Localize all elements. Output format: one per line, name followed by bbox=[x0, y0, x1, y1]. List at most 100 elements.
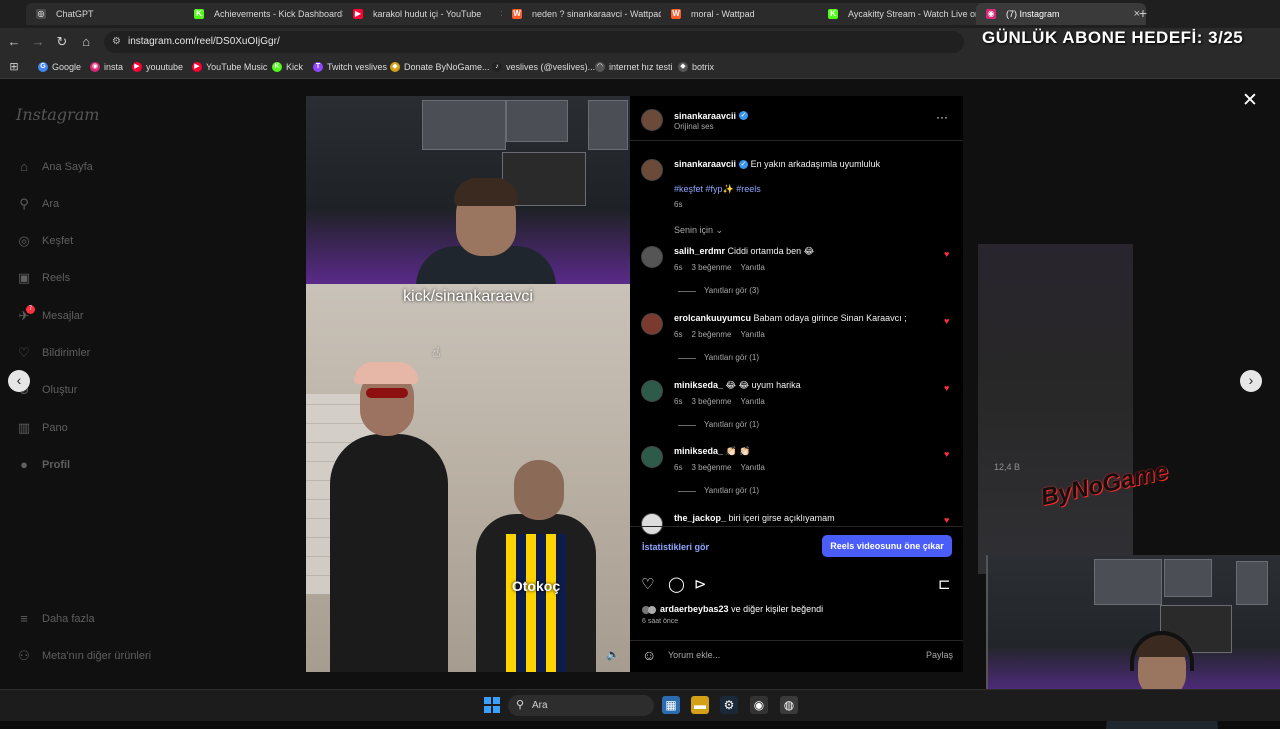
view-replies-link[interactable]: Yanıtları gör (1) bbox=[678, 353, 759, 362]
speedtest-icon: ◠ bbox=[595, 62, 605, 72]
sidebar-item-meta[interactable]: ⚇ Meta'nın diğer ürünleri bbox=[16, 645, 151, 667]
heart-icon[interactable]: ♥ bbox=[944, 383, 949, 393]
sidebar-item-dashboard[interactable]: ▥ Pano bbox=[16, 417, 68, 439]
browser-tab[interactable]: Wneden ? sinankaraavci - Wattpad× bbox=[502, 3, 672, 25]
caption-author-avatar[interactable] bbox=[641, 159, 663, 181]
comment-text: salih_erdmr Ciddi ortamda ben 😂 bbox=[674, 246, 815, 256]
heart-icon: ♡ bbox=[18, 345, 30, 360]
comment-meta: 6s 3 beğenme Yanıtla bbox=[674, 263, 765, 272]
photos-icon[interactable]: ▦ bbox=[662, 696, 680, 714]
reel-caption: sinankaraavcii ✓ En yakın arkadaşımla uyu… bbox=[674, 159, 881, 170]
sidebar-item-reels[interactable]: ▣ Reels bbox=[16, 267, 70, 289]
sidebar-item-messages[interactable]: ✈ Mesajlar 7 bbox=[16, 305, 84, 327]
forward-icon[interactable]: → bbox=[30, 34, 46, 50]
close-icon[interactable]: ✕ bbox=[1242, 89, 1258, 112]
emoji-icon[interactable]: ☺ bbox=[642, 647, 656, 663]
comment-sort-dropdown[interactable]: Senin için ⌄ bbox=[674, 225, 723, 236]
new-tab-button[interactable]: + bbox=[1134, 4, 1152, 22]
share-icon[interactable]: ⊳ bbox=[694, 575, 707, 593]
browser-tab[interactable]: ◎ChatGPT× bbox=[26, 3, 196, 25]
instagram-logo[interactable]: Instagram bbox=[16, 105, 99, 124]
boost-reel-button[interactable]: Reels videosunu öne çıkar bbox=[822, 535, 952, 557]
chrome-icon[interactable]: ◍ bbox=[780, 696, 798, 714]
sidebar-item-search[interactable]: ⚲ Ara bbox=[16, 193, 59, 215]
reload-icon[interactable]: ↻ bbox=[54, 34, 70, 50]
steam-icon[interactable]: ⚙ bbox=[720, 696, 738, 714]
author-avatar[interactable] bbox=[641, 109, 663, 131]
sidebar-item-more[interactable]: ≡ Daha fazla bbox=[16, 608, 94, 630]
view-replies-link[interactable]: Yanıtları gör (1) bbox=[678, 420, 759, 429]
comment-avatar[interactable] bbox=[641, 313, 663, 335]
bookmark-item[interactable]: K Kick bbox=[272, 56, 303, 78]
comment-text: the_jackop_ biri içeri girse açıklıyamam bbox=[674, 513, 835, 523]
view-replies-link[interactable]: Yanıtları gör (3) bbox=[678, 286, 759, 295]
heart-icon[interactable]: ♥ bbox=[944, 249, 949, 259]
site-info-icon[interactable]: ⚙ bbox=[112, 31, 121, 53]
next-reel-button[interactable]: › bbox=[1240, 370, 1262, 392]
sidebar-item-home[interactable]: ⌂ Ana Sayfa bbox=[16, 156, 93, 178]
hashtags[interactable]: #keşfet #fyp✨ #reels bbox=[674, 184, 761, 195]
home-icon[interactable]: ⌂ bbox=[78, 34, 94, 50]
bookmark-item[interactable]: ◆ Donate ByNoGame... bbox=[390, 56, 490, 78]
bookmark-item[interactable]: ▶ youutube bbox=[132, 56, 183, 78]
heart-icon[interactable]: ♥ bbox=[944, 515, 949, 525]
comment-avatar[interactable] bbox=[641, 380, 663, 402]
sidebar-item-label: Ana Sayfa bbox=[42, 161, 93, 173]
bookmark-item[interactable]: ♪ veslives (@veslives)... bbox=[492, 56, 595, 78]
post-time: 6 saat önce bbox=[642, 618, 679, 625]
reels-icon: ▣ bbox=[17, 270, 31, 285]
windows-start-icon[interactable] bbox=[484, 697, 500, 713]
liked-by-text: ardaerbeybas23 ve diğer kişiler beğendi bbox=[642, 604, 823, 614]
bookmark-item[interactable]: ▶ YouTube Music bbox=[192, 56, 267, 78]
apps-grid-icon[interactable]: ⊞ bbox=[6, 59, 22, 75]
browser-tab[interactable]: ◉ (7) Instagram × bbox=[976, 3, 1146, 25]
heart-icon[interactable]: ♥ bbox=[944, 449, 949, 459]
bookmark-item[interactable]: ◠ internet hız testi bbox=[595, 56, 673, 78]
like-icon[interactable]: ♡ bbox=[641, 575, 654, 593]
audio-label[interactable]: Orijinal ses bbox=[674, 122, 714, 131]
comment-input[interactable]: Yorum ekle... bbox=[668, 650, 720, 660]
sidebar-item-label: Profil bbox=[42, 459, 71, 471]
comment-avatar[interactable] bbox=[641, 513, 663, 535]
bookmark-label: botrix bbox=[692, 62, 715, 72]
address-bar[interactable]: ⚙ instagram.com/reel/DS0XuOIjGgr/ bbox=[104, 31, 964, 53]
bookmark-label: YouTube Music bbox=[206, 62, 268, 72]
video-caption: kick/sinankaraavci bbox=[403, 288, 533, 305]
comment-meta: 6s 3 beğenme Yanıtla bbox=[674, 397, 765, 406]
file-explorer-icon[interactable]: ▬ bbox=[691, 696, 709, 714]
bookmark-item[interactable]: T Twitch veslives bbox=[313, 56, 387, 78]
browser-tab[interactable]: Wmoral - Wattpad× bbox=[661, 3, 831, 25]
author-username[interactable]: sinankaraavcii bbox=[674, 111, 736, 121]
comment-avatar[interactable] bbox=[641, 246, 663, 268]
bookmark-label: Kick bbox=[286, 62, 304, 72]
comment-avatar[interactable] bbox=[641, 446, 663, 468]
browser-tab[interactable]: KAchievements - Kick Dashboard× bbox=[184, 3, 354, 25]
view-insights-link[interactable]: İstatistikleri gör bbox=[642, 542, 709, 552]
bookmark-item[interactable]: ◆ botrix bbox=[678, 56, 714, 78]
bookmark-item[interactable]: G Google bbox=[38, 56, 81, 78]
view-replies-link[interactable]: Yanıtları gör (1) bbox=[678, 486, 759, 495]
previous-reel-button[interactable]: ‹ bbox=[8, 370, 30, 392]
post-comment-button[interactable]: Paylaş bbox=[926, 650, 953, 660]
video-top-stream bbox=[306, 96, 630, 286]
sidebar-item-label: Keşfet bbox=[42, 235, 74, 247]
reel-video[interactable]: kick/sinankaraavci Otokoç ☝ 🔈 bbox=[306, 96, 630, 672]
bookmark-label: Google bbox=[52, 62, 82, 72]
sidebar-item-profile[interactable]: ● Profil bbox=[16, 454, 70, 476]
taskbar-search[interactable]: ⚲ Ara bbox=[508, 695, 654, 716]
more-options-icon[interactable]: ··· bbox=[936, 110, 948, 124]
sidebar-item-heart[interactable]: ♡ Bildirimler bbox=[16, 342, 90, 364]
dashboard-icon: ▥ bbox=[17, 420, 31, 435]
comment-text: erolcankuuyumcu Babam odaya girince Sina… bbox=[674, 313, 907, 323]
back-icon[interactable]: ← bbox=[6, 34, 22, 50]
volume-icon[interactable]: 🔈 bbox=[606, 648, 620, 661]
heart-icon[interactable]: ♥ bbox=[944, 316, 949, 326]
browser-tab[interactable]: KAycakitty Stream - Watch Live on Kick× bbox=[818, 3, 988, 25]
chevron-down-icon: ⌄ bbox=[715, 225, 724, 235]
sidebar-item-compass[interactable]: ◎ Keşfet bbox=[16, 230, 73, 252]
bookmark-icon[interactable]: ⊏ bbox=[938, 575, 951, 593]
comment-icon[interactable]: ◯ bbox=[668, 575, 685, 593]
bookmark-item[interactable]: ◉ insta bbox=[90, 56, 123, 78]
recorder-icon[interactable]: ◉ bbox=[750, 696, 768, 714]
browser-tab[interactable]: ▶karakol hudut içi - YouTube× bbox=[343, 3, 513, 25]
